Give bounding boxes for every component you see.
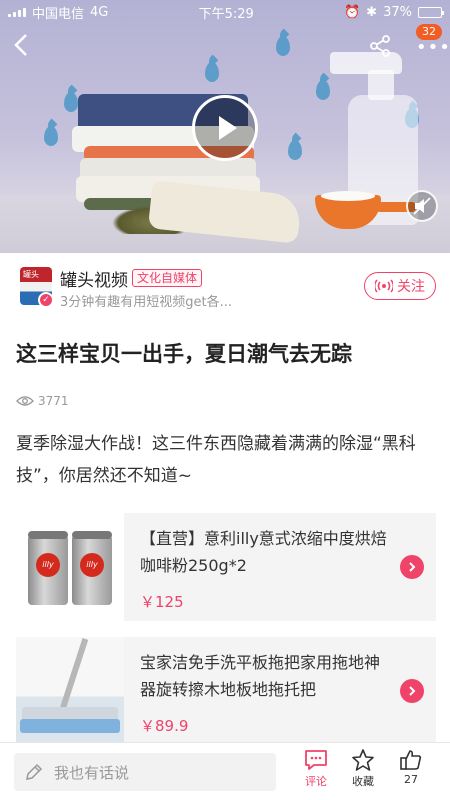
water-drop-decoration xyxy=(276,36,290,56)
bluetooth-icon: ✱ xyxy=(366,4,378,20)
thumbs-up-icon xyxy=(400,750,422,770)
like-button[interactable]: 27 xyxy=(391,749,431,797)
broadcast-icon xyxy=(375,279,393,293)
comment-placeholder: 我也有话说 xyxy=(54,763,130,782)
back-arrow-icon xyxy=(14,34,27,56)
clock: 下午5:29 xyxy=(198,6,254,22)
mute-icon xyxy=(413,197,431,215)
view-count: 3771 xyxy=(16,394,69,408)
water-drop-decoration xyxy=(44,126,58,146)
article-description: 夏季除湿大作战！这三件东西隐藏着满满的除湿“黑科技”，你居然还不知道~ xyxy=(16,434,416,486)
product-price: ￥125 xyxy=(140,593,184,611)
chevron-right-icon xyxy=(409,686,416,696)
product-price: ￥89.9 xyxy=(140,717,189,735)
favorite-button[interactable]: 收藏 xyxy=(343,749,383,797)
author-name[interactable]: 罐头视频 xyxy=(60,266,128,291)
battery-icon xyxy=(417,6,444,18)
comment-button[interactable]: 评论 xyxy=(296,749,336,797)
share-icon xyxy=(370,35,390,57)
product-image: illy illy xyxy=(16,513,124,621)
product-image xyxy=(16,637,124,745)
spray-bottle xyxy=(330,40,420,225)
status-bar: 中国电信 4G 下午5:29 ⏰ ✱ 37% xyxy=(0,0,450,24)
author-description: 3分钟有趣有用短视频get各... xyxy=(60,295,233,310)
water-drop-decoration xyxy=(64,92,78,112)
author-row[interactable]: 罐头 ✓ 罐头视频 文化自媒体 3分钟有趣有用短视频get各... 关注 xyxy=(0,262,450,314)
mute-button[interactable] xyxy=(406,190,438,222)
like-count: 27 xyxy=(404,773,418,786)
star-icon xyxy=(352,749,374,771)
notification-badge: 32 xyxy=(416,24,442,40)
comment-icon xyxy=(305,750,327,770)
battery-percent: 37% xyxy=(383,4,412,20)
follow-button[interactable]: 关注 xyxy=(364,272,436,300)
page-title: 这三样宝贝一出手，夏日潮气去无踪 xyxy=(16,342,352,366)
eye-icon xyxy=(16,396,34,406)
signal-icon xyxy=(8,7,26,17)
product-go-button[interactable] xyxy=(400,555,424,579)
bottom-bar: 我也有话说 评论 收藏 27 xyxy=(0,742,450,800)
play-button[interactable] xyxy=(192,95,258,161)
alarm-icon: ⏰ xyxy=(343,4,361,20)
page: ••• 32 中国电信 4G 下午5:29 ⏰ ✱ 37% 罐头 ✓ 罐头视频 … xyxy=(0,0,450,800)
water-drop-decoration xyxy=(288,140,302,160)
play-icon xyxy=(218,116,237,140)
product-title: 【直营】意利illy意式浓缩中度烘焙咖啡粉250g*2 xyxy=(140,529,387,575)
product-card[interactable]: 宝家洁免手洗平板拖把家用拖地神器旋转擦木地板地拖托把 ￥89.9 xyxy=(16,637,436,745)
pencil-icon xyxy=(26,763,43,780)
favorite-label: 收藏 xyxy=(352,775,374,788)
comment-label: 评论 xyxy=(305,775,327,788)
comment-input[interactable]: 我也有话说 xyxy=(14,753,276,791)
share-button[interactable] xyxy=(368,34,392,58)
product-title: 宝家洁免手洗平板拖把家用拖地神器旋转擦木地板地拖托把 xyxy=(140,653,381,699)
product-go-button[interactable] xyxy=(400,679,424,703)
water-drop-decoration xyxy=(205,62,219,82)
author-tag: 文化自媒体 xyxy=(132,269,203,287)
carrier: 中国电信 xyxy=(32,6,85,22)
follow-label: 关注 xyxy=(397,279,425,295)
network-type: 4G xyxy=(90,4,109,20)
video-player[interactable]: ••• 32 xyxy=(0,0,450,253)
back-button[interactable] xyxy=(10,32,36,58)
product-card[interactable]: illy illy 【直营】意利illy意式浓缩中度烘焙咖啡粉250g*2 ￥1… xyxy=(16,513,436,621)
avatar-text: 罐头 xyxy=(23,270,39,279)
more-icon: ••• xyxy=(416,37,450,58)
water-drop-decoration xyxy=(316,80,330,100)
chevron-right-icon xyxy=(409,562,416,572)
view-count-value: 3771 xyxy=(38,394,69,408)
verified-icon: ✓ xyxy=(38,292,54,308)
